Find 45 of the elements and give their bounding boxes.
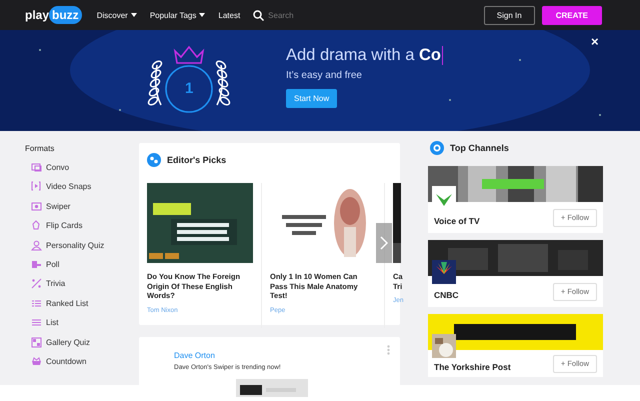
nav-link[interactable]: Popular Tags: [150, 10, 206, 20]
badge-number: 1: [185, 80, 194, 96]
more-icon: [387, 345, 390, 355]
close-button[interactable]: ×: [588, 35, 602, 48]
format-link[interactable]: Countdown: [31, 356, 86, 367]
format-link[interactable]: Ranked List: [31, 298, 88, 309]
format-icon: [31, 317, 42, 328]
search-icon: [253, 10, 264, 20]
format-link[interactable]: Convo: [31, 162, 70, 173]
format-icon: [31, 200, 42, 212]
format-link[interactable]: Flip Cards: [31, 220, 82, 232]
format-link[interactable]: Swiper: [31, 200, 70, 212]
banner-subtitle: It’s easy and free: [286, 70, 362, 81]
banner-headline: Add drama with a Co: [286, 46, 443, 65]
channel-name[interactable]: The Yorkshire Post: [434, 362, 511, 372]
channels-icon: [430, 141, 444, 155]
format-link[interactable]: Poll: [31, 258, 60, 270]
section-title: Top Channels: [450, 143, 509, 153]
format-icon: [31, 162, 42, 173]
logo-text[interactable]: play: [25, 8, 50, 22]
nav-link[interactable]: Discover: [96, 10, 137, 20]
search-field[interactable]: Search: [268, 10, 328, 20]
channel-name[interactable]: CNBC: [434, 290, 459, 300]
next-button[interactable]: [376, 223, 392, 263]
format-link[interactable]: List: [31, 317, 58, 328]
format-link[interactable]: Gallery Quiz: [31, 336, 90, 348]
sidebar-title: Formats: [25, 144, 54, 153]
format-icon: [31, 278, 42, 290]
format-icon: [31, 258, 42, 270]
nav-link[interactable]: Latest: [218, 10, 240, 20]
format-icon: [31, 356, 42, 367]
format-link[interactable]: Trivia: [31, 278, 66, 290]
create-button[interactable]: CREATE: [542, 6, 602, 24]
chevron-right-icon: [380, 236, 388, 250]
sign-in-button[interactable]: Sign In: [484, 6, 535, 24]
format-link[interactable]: Video Snaps: [31, 181, 92, 192]
format-icon: [31, 336, 42, 348]
picks-icon: [147, 153, 161, 167]
section-title: Editor's Picks: [167, 155, 226, 165]
format-icon: [31, 240, 42, 251]
format-icon: [31, 220, 42, 232]
format-link[interactable]: Personality Quiz: [31, 240, 104, 251]
channel-name[interactable]: Voice of TV: [434, 216, 480, 226]
format-icon: [31, 181, 42, 192]
format-icon: [31, 298, 42, 309]
